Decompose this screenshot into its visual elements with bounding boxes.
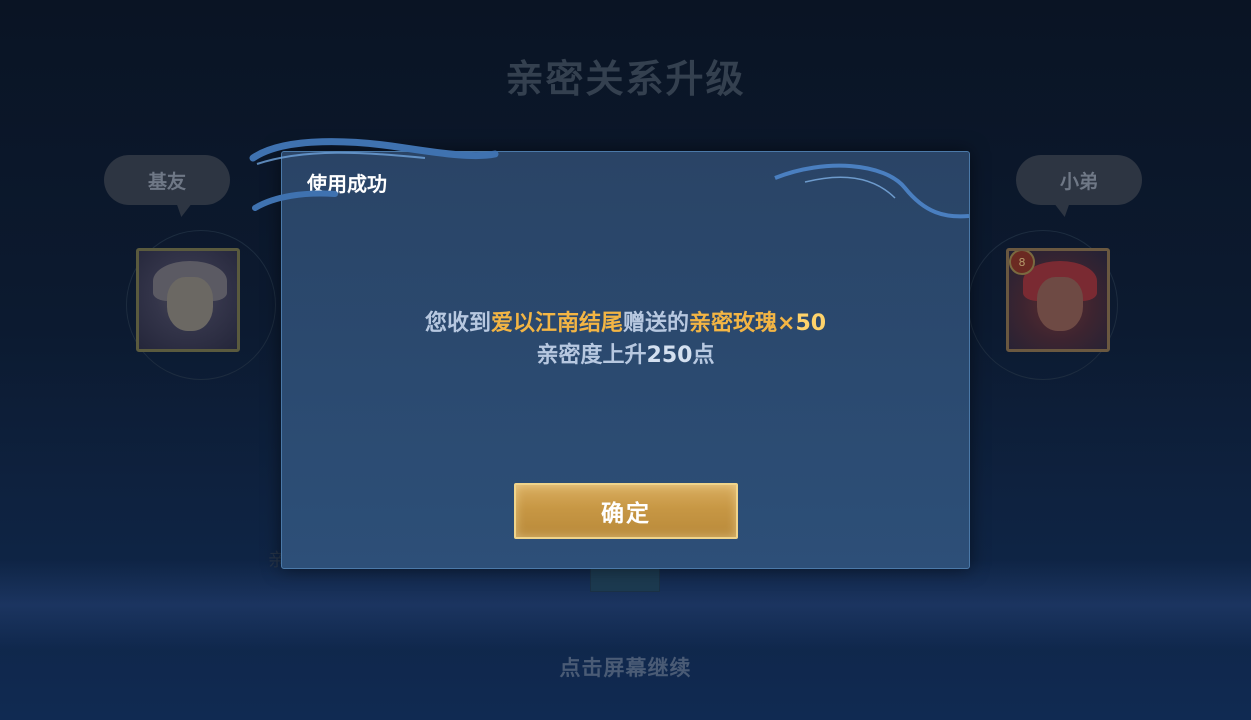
sender-name: 爱以江南结尾 <box>490 311 623 336</box>
avatar-right: 8 <box>1006 248 1110 352</box>
times-sign: × <box>777 311 796 336</box>
intimacy-prefix: 亲密度上升 <box>536 343 647 368</box>
message-middle: 赠送的 <box>622 311 689 336</box>
avatar-left <box>136 248 240 352</box>
dialog-title: 使用成功 <box>307 172 387 196</box>
message-prefix: 您收到 <box>424 311 491 336</box>
tap-to-continue-text[interactable]: 点击屏幕继续 <box>0 652 1251 682</box>
item-name: 亲密玫瑰 <box>688 311 777 336</box>
message-line-1: 您收到爱以江南结尾赠送的亲密玫瑰×50 <box>282 308 969 340</box>
level-badge: 8 <box>1009 251 1035 275</box>
background-item-card <box>590 566 660 592</box>
item-quantity: 50 <box>795 311 827 336</box>
relation-bubble-right: 小弟 <box>1016 155 1142 205</box>
success-dialog: 使用成功 您收到爱以江南结尾赠送的亲密玫瑰×50 亲密度上升250点 确定 <box>281 151 970 569</box>
confirm-button[interactable]: 确定 <box>514 483 738 539</box>
intimacy-value: 250 <box>646 343 693 368</box>
relation-bubble-left: 基友 <box>104 155 230 205</box>
intimacy-suffix: 点 <box>692 343 715 368</box>
page-title: 亲密关系升级 <box>505 57 746 101</box>
message-line-2: 亲密度上升250点 <box>282 340 969 372</box>
dialog-message: 您收到爱以江南结尾赠送的亲密玫瑰×50 亲密度上升250点 <box>282 308 969 372</box>
